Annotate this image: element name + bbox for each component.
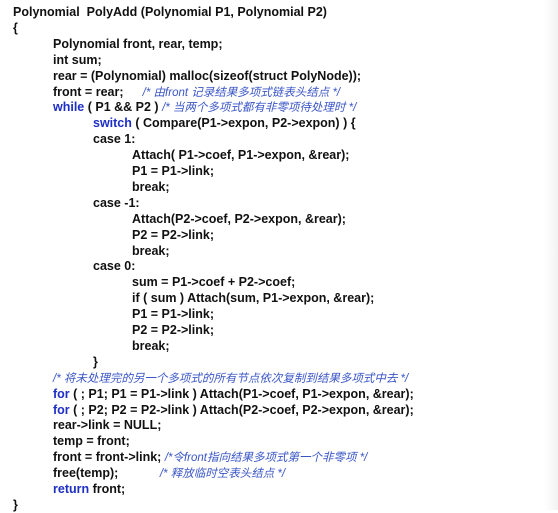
code-text: {: [13, 20, 18, 35]
code-text: P2 = P2->link;: [132, 227, 214, 242]
code-line: rear = (Polynomial) malloc(sizeof(struct…: [53, 68, 361, 84]
code-text: int sum;: [53, 52, 102, 67]
code-line: case -1:: [93, 195, 140, 211]
code-comment: /* 当两个多项式都有非零项待处理时 */: [162, 102, 357, 115]
code-line: /* 将未处理完的另一个多项式的所有节点依次复制到结果多项式中去 */: [53, 370, 408, 386]
code-line: while ( P1 && P2 ) /* 当两个多项式都有非零项待处理时 */: [53, 99, 356, 115]
code-text: P1 = P1->link;: [132, 164, 214, 178]
code-keyword: while: [53, 100, 85, 115]
code-line: break;: [132, 338, 170, 354]
code-text: Attach( P1->coef, P1->expon, &rear);: [132, 148, 350, 163]
code-keyword: for: [53, 402, 70, 417]
code-text: rear->link = NULL;: [53, 418, 162, 433]
code-line: {: [13, 20, 18, 36]
code-line: temp = front;: [53, 433, 130, 449]
code-text: break;: [132, 243, 170, 258]
code-line: }: [13, 497, 18, 513]
code-line: case 0:: [93, 258, 135, 274]
code-text: Polynomial front, rear, temp;: [53, 36, 223, 51]
code-text: temp = front;: [53, 434, 130, 449]
code-comment: /* 将未处理完的另一个多项式的所有节点依次复制到结果多项式中去 */: [53, 372, 409, 385]
code-text: ( Compare(P1->expon, P2->expon) ) {: [131, 116, 356, 131]
code-line: P1 = P1->link;: [132, 306, 214, 322]
code-text: break;: [132, 179, 170, 194]
code-line: sum = P1->coef + P2->coef;: [132, 274, 295, 290]
code-keyword: return: [53, 482, 90, 496]
code-line: front = front->link; /*令front指向结果多项式第一个非…: [53, 449, 367, 465]
code-text: P1 = P1->link;: [132, 307, 214, 322]
code-text: free(temp);: [53, 466, 119, 481]
code-line: if ( sum ) Attach(sum, P1->expon, &rear)…: [132, 290, 374, 306]
code-line: return front;: [53, 481, 125, 497]
code-line: Polynomial front, rear, temp;: [53, 36, 222, 52]
code-text: if ( sum ) Attach(sum, P1->expon, &rear)…: [132, 291, 375, 306]
code-listing: Polynomial PolyAdd (Polynomial P1, Polyn…: [0, 0, 558, 513]
code-text: Attach(P2->coef, P2->expon, &rear);: [132, 211, 346, 226]
code-keyword: switch: [93, 116, 132, 131]
code-text: case 0:: [93, 259, 136, 274]
code-line: free(temp); /* 释放临时空表头结点 */: [53, 465, 285, 481]
code-text: front = front->link;: [53, 450, 165, 465]
code-line: Attach(P2->coef, P2->expon, &rear);: [132, 211, 346, 227]
code-line: switch ( Compare(P1->expon, P2->expon) )…: [93, 115, 356, 131]
code-line: Attach( P1->coef, P1->expon, &rear);: [132, 147, 349, 163]
code-line: int sum;: [53, 52, 102, 68]
code-line: P1 = P1->link;: [132, 163, 214, 179]
code-line: Polynomial PolyAdd (Polynomial P1, Polyn…: [13, 4, 327, 20]
code-text: case 1:: [93, 132, 136, 147]
code-line: break;: [132, 179, 170, 195]
code-text: front = rear;: [53, 84, 124, 99]
code-line: }: [93, 354, 98, 370]
code-text: break;: [132, 338, 170, 353]
code-text: sum = P1->coef + P2->coef;: [132, 275, 296, 290]
code-text: rear = (Polynomial) malloc(sizeof(struct…: [53, 68, 362, 83]
code-text: case -1:: [93, 195, 140, 210]
code-text: Polynomial PolyAdd (Polynomial P1, Polyn…: [13, 5, 327, 19]
code-comment: /* 释放临时空表头结点 */: [118, 468, 286, 481]
code-line: case 1:: [93, 131, 135, 147]
code-line: P2 = P2->link;: [132, 322, 214, 338]
code-comment: /* 由front 记录结果多项式链表头结点 */: [123, 86, 341, 99]
code-keyword: for: [53, 386, 70, 401]
code-text: ( ; P1; P1 = P1->link ) Attach(P1->coef,…: [69, 386, 414, 401]
code-text: P2 = P2->link;: [132, 323, 214, 337]
code-text: front;: [89, 482, 126, 496]
code-line: break;: [132, 243, 170, 259]
code-line: rear->link = NULL;: [53, 417, 161, 433]
code-text: ( P1 && P2 ): [84, 100, 163, 115]
code-line: front = rear; /* 由front 记录结果多项式链表头结点 */: [53, 84, 340, 100]
code-line: for ( ; P1; P1 = P1->link ) Attach(P1->c…: [53, 386, 414, 402]
right-edge-shadow: [544, 0, 558, 510]
code-line: P2 = P2->link;: [132, 227, 214, 243]
code-comment: /*令front指向结果多项式第一个非零项 */: [164, 452, 368, 465]
code-line: for ( ; P2; P2 = P2->link ) Attach(P2->c…: [53, 402, 414, 418]
code-text: }: [93, 354, 98, 369]
code-text: ( ; P2; P2 = P2->link ) Attach(P2->coef,…: [69, 402, 414, 417]
